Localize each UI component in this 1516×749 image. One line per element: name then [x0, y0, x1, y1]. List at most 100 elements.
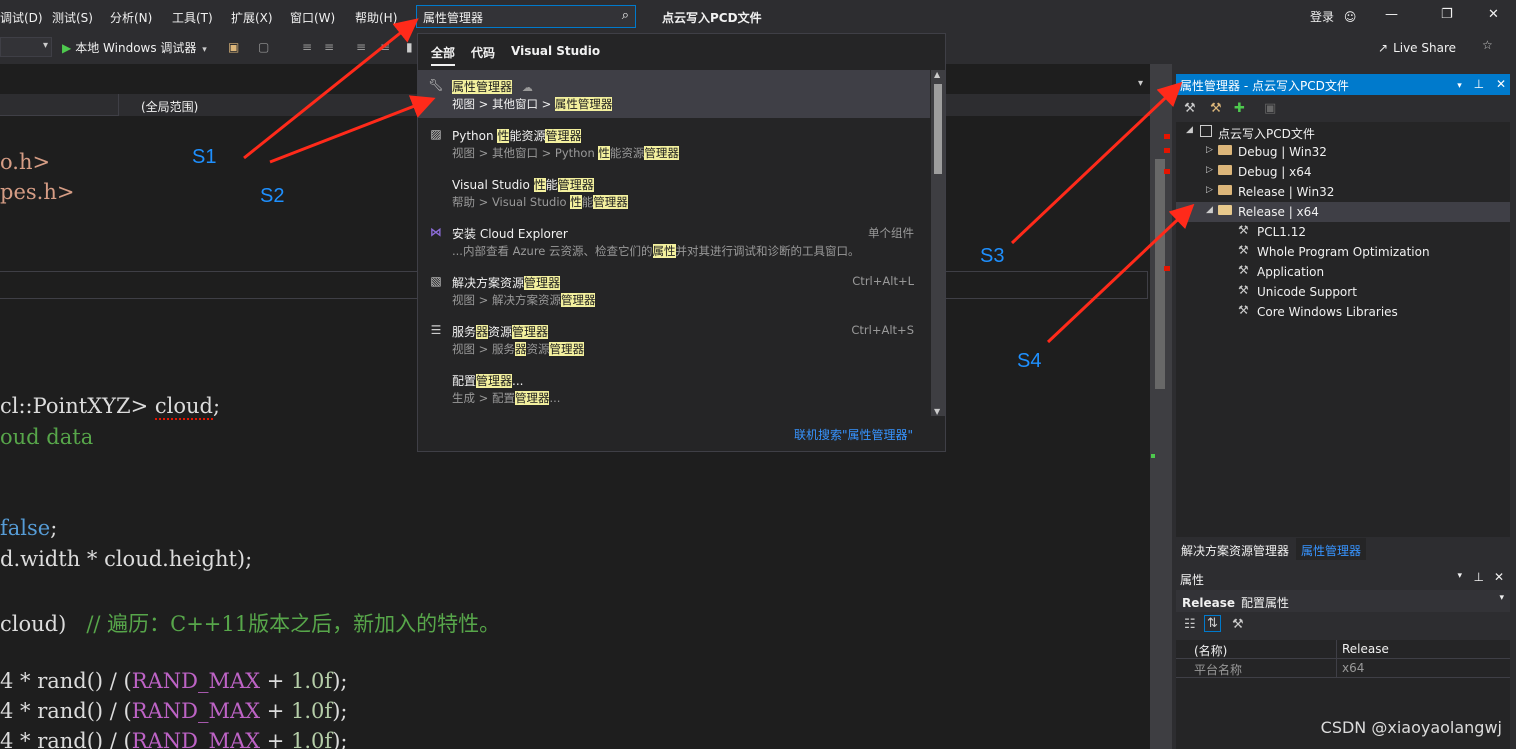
align-icon[interactable]: ≡	[302, 40, 316, 54]
minimize-button[interactable]: —	[1385, 7, 1398, 22]
menu-test[interactable]: 测试(S)	[52, 9, 93, 26]
collapsed-arrow-icon[interactable]: ▷	[1206, 185, 1213, 195]
chevron-down-icon[interactable]: ▾	[1457, 571, 1462, 581]
editor-scrollbar[interactable]	[1150, 64, 1172, 749]
folder-icon[interactable]: ▣	[228, 40, 242, 54]
tree-sheet[interactable]: ⚒ Unicode Support	[1176, 282, 1510, 302]
code-line: o.h>	[0, 150, 51, 174]
wrench-icon: ⚒	[1238, 303, 1249, 317]
tree-sheet[interactable]: ⚒ Whole Program Optimization	[1176, 242, 1510, 262]
scrollbar-thumb[interactable]	[934, 84, 942, 174]
collapsed-arrow-icon[interactable]: ▷	[1206, 165, 1213, 175]
cloud-icon: ☁︎	[521, 81, 533, 94]
search-tabs: 全部 代码 Visual Studio	[418, 34, 945, 66]
menu-bar: 调试(D) 测试(S) 分析(N) 工具(T) 扩展(X) 窗口(W) 帮助(H…	[0, 0, 1516, 32]
collapsed-arrow-icon[interactable]: ▷	[1206, 145, 1213, 155]
property-row[interactable]: (名称) Release	[1176, 640, 1510, 659]
pin-icon[interactable]: ⊥	[1474, 570, 1484, 584]
property-manager-tree: ◢ 点云写入PCD文件 ▷ Debug | Win32 ▷ Debug | x6…	[1176, 122, 1510, 537]
result-cloud-explorer[interactable]: ⋈ 安装 Cloud Explorer 单个组件 ...内部查看 Azure 云…	[418, 217, 930, 265]
result-solution-explorer[interactable]: ▧ 解决方案资源管理器 Ctrl+Alt+L 视图 > 解决方案资源管理器	[418, 266, 930, 314]
wrench-icon: 🔧︎	[428, 78, 444, 92]
properties-header: 属性 ▾ ⊥ ✕	[1180, 570, 1504, 587]
tree-config-release-win32[interactable]: ▷ Release | Win32	[1176, 182, 1510, 202]
comment-icon[interactable]: ≡	[356, 40, 370, 54]
tree-config-release-x64[interactable]: ◢ Release | x64	[1176, 202, 1510, 222]
tab-all[interactable]: 全部	[431, 44, 456, 66]
scroll-up-icon[interactable]: ▲	[934, 70, 940, 79]
start-debug-button[interactable]: ▶ 本地 Windows 调试器 ▾	[62, 39, 207, 56]
scope-label: (全局范围)	[141, 100, 199, 114]
live-share-label: Live Share	[1393, 41, 1457, 55]
pin-icon[interactable]: ⊥	[1474, 77, 1484, 91]
maximize-button[interactable]: ❐	[1441, 7, 1453, 22]
login-label: 登录	[1310, 10, 1335, 24]
menu-help[interactable]: 帮助(H)	[355, 9, 397, 26]
scrollbar-thumb[interactable]	[1155, 159, 1165, 389]
chevron-down-icon[interactable]: ▾	[1138, 78, 1143, 89]
tree-root-project[interactable]: ◢ 点云写入PCD文件	[1176, 122, 1510, 142]
property-manager-toolbar: ⚒ ⚒ ✚ ▣	[1176, 98, 1510, 120]
online-search-link[interactable]: 联机搜索"属性管理器"	[794, 426, 913, 443]
result-python-perf[interactable]: ▨ Python 性能资源管理器 视图 > 其他窗口 > Python 性能资源…	[418, 119, 930, 167]
property-row[interactable]: 平台名称 x64	[1176, 659, 1510, 678]
close-button[interactable]: ✕	[1488, 7, 1499, 22]
expanded-arrow-icon[interactable]: ◢	[1186, 125, 1193, 135]
result-vs-perf[interactable]: Visual Studio 性能管理器 帮助 > Visual Studio 性…	[418, 168, 930, 216]
result-config-manager[interactable]: 配置管理器... 生成 > 配置管理器...	[418, 364, 930, 410]
chevron-down-icon[interactable]: ▾	[1457, 81, 1462, 91]
panel-tabs: 解决方案资源管理器 属性管理器	[1176, 538, 1510, 560]
wrench-icon: ⚒	[1238, 263, 1249, 277]
platform-combo[interactable]	[0, 37, 52, 57]
menu-debug[interactable]: 调试(D)	[0, 9, 43, 26]
code-line: 4 * rand() / (RAND_MAX + 1.0f);	[0, 699, 348, 723]
tab-property-manager[interactable]: 属性管理器	[1296, 538, 1367, 560]
search-results-dropdown: 全部 代码 Visual Studio 🔧︎ 属性管理器 ☁︎ 视图 > 其他窗…	[417, 33, 946, 452]
tree-config-debug-win32[interactable]: ▷ Debug | Win32	[1176, 142, 1510, 162]
search-results-list: 🔧︎ 属性管理器 ☁︎ 视图 > 其他窗口 > 属性管理器 ▨ Python 性…	[418, 70, 930, 410]
open-folder-icon	[1218, 205, 1232, 215]
menu-analyze[interactable]: 分析(N)	[110, 9, 152, 26]
chevron-down-icon[interactable]: ▾	[1499, 593, 1504, 603]
menu-extensions[interactable]: 扩展(X)	[231, 9, 273, 26]
login-button[interactable]: 登录 ☺	[1310, 8, 1356, 25]
categorized-icon[interactable]: ☷	[1184, 617, 1196, 632]
expanded-arrow-icon[interactable]: ◢	[1206, 205, 1213, 215]
uncomment-icon[interactable]: ≡	[380, 40, 394, 54]
feedback-icon[interactable]: ☆	[1482, 38, 1496, 52]
code-line: cl::PointXYZ> cloud;	[0, 394, 221, 420]
annotation-label-s3: S3	[980, 245, 1005, 267]
tree-sheet[interactable]: ⚒ PCL1.12	[1176, 222, 1510, 242]
add-existing-sheet-icon[interactable]: ⚒	[1210, 101, 1222, 116]
server-icon: ☰	[430, 323, 442, 337]
tab-code[interactable]: 代码	[471, 44, 495, 61]
tree-sheet[interactable]: ⚒ Application	[1176, 262, 1510, 282]
live-share-button[interactable]: ↗ Live Share	[1378, 41, 1456, 55]
tab-solution-explorer[interactable]: 解决方案资源管理器	[1176, 538, 1294, 560]
tree-sheet[interactable]: ⚒ Core Windows Libraries	[1176, 302, 1510, 322]
close-icon[interactable]: ✕	[1494, 570, 1504, 584]
search-input[interactable]: 属性管理器 ⌕	[416, 5, 636, 28]
wrench-icon[interactable]: ⚒	[1184, 101, 1196, 116]
menu-window[interactable]: 窗口(W)	[290, 9, 335, 26]
result-server-explorer[interactable]: ☰ 服务器资源管理器 Ctrl+Alt+S 视图 > 服务器资源管理器	[418, 315, 930, 363]
scroll-down-icon[interactable]: ▼	[934, 407, 940, 416]
project-icon	[1200, 125, 1212, 137]
solution-icon: ▧	[430, 274, 442, 288]
chevron-down-icon[interactable]: ▾	[202, 45, 207, 55]
properties-object-selector[interactable]: Release 配置属性 ▾	[1176, 590, 1510, 612]
right-panels: 属性管理器 - 点云写入PCD文件 ▾ ⊥ ✕ ⚒ ⚒ ✚ ▣ ◢ 点云写入PC…	[1172, 64, 1516, 749]
alphabetical-icon[interactable]: ⇅	[1204, 615, 1221, 632]
save-icon[interactable]: ▣	[1264, 101, 1276, 116]
result-property-manager[interactable]: 🔧︎ 属性管理器 ☁︎ 视图 > 其他窗口 > 属性管理器	[418, 70, 930, 118]
add-new-sheet-icon[interactable]: ✚	[1234, 101, 1245, 116]
close-icon[interactable]: ✕	[1496, 77, 1506, 91]
tree-config-debug-x64[interactable]: ▷ Debug | x64	[1176, 162, 1510, 182]
property-pages-icon[interactable]: ⚒	[1232, 617, 1244, 632]
results-scrollbar[interactable]: ▲ ▼	[931, 70, 945, 416]
menu-tools[interactable]: 工具(T)	[172, 9, 213, 26]
browser-icon[interactable]: ▢	[258, 40, 272, 54]
indent-icon[interactable]: ≡	[324, 40, 338, 54]
search-icon[interactable]: ⌕	[622, 8, 629, 23]
tab-visual-studio[interactable]: Visual Studio	[511, 44, 600, 58]
